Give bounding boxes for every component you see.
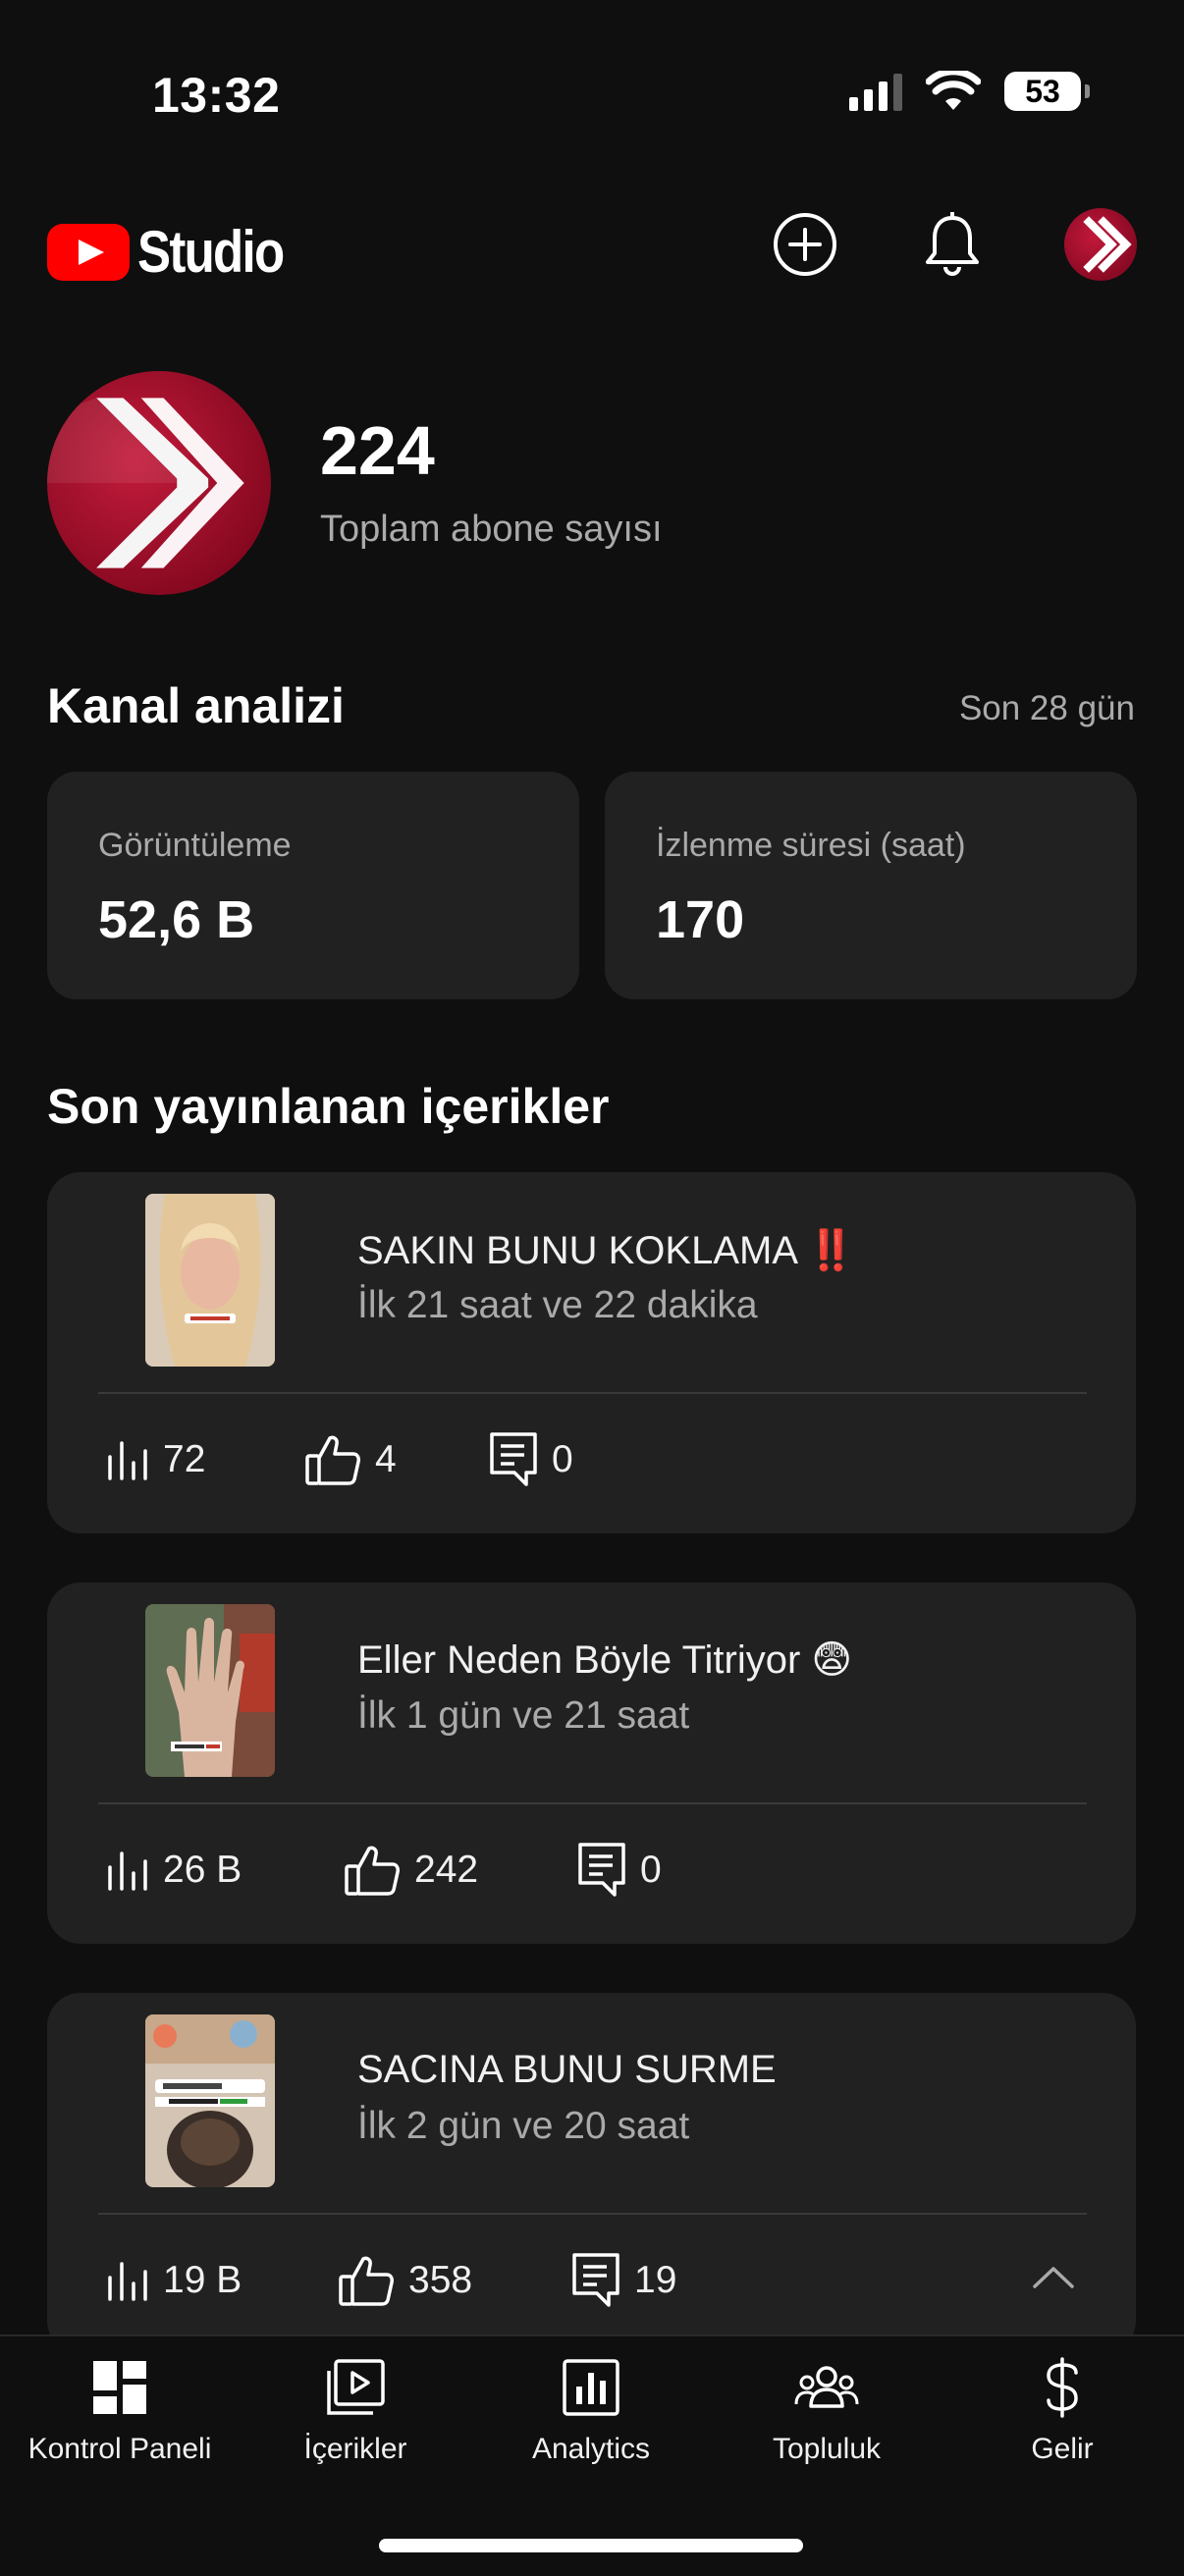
likes-metric: 358 — [338, 2250, 472, 2311]
status-bar: 13:32 53 — [0, 0, 1184, 187]
views-bars-icon — [108, 2262, 147, 2301]
channel-summary: 224 Toplam abone sayısı — [47, 371, 663, 595]
divider — [98, 2213, 1087, 2215]
analytics-icon — [563, 2356, 619, 2419]
likes-count: 4 — [375, 1438, 397, 1480]
nav-item-earn[interactable]: Gelir — [944, 2356, 1180, 2466]
wifi-icon — [926, 71, 981, 110]
dashboard-icon — [91, 2356, 148, 2419]
views-metric: 26 B — [104, 1840, 242, 1901]
divider — [98, 1392, 1087, 1394]
channel-logo-icon — [1083, 216, 1132, 273]
subscriber-count: 224 — [320, 411, 435, 489]
views-value: 52,6 B — [98, 890, 255, 949]
app-header: Studio — [0, 196, 1184, 304]
watch-time-card[interactable]: İzlenme süresi (saat) 170 — [605, 772, 1137, 999]
status-icons: 53 — [849, 71, 1090, 112]
comments-count: 0 — [640, 1849, 662, 1891]
views-bars-icon — [108, 1852, 147, 1891]
video-title: Eller Neden Böyle Titriyor 😨 — [357, 1638, 853, 1682]
community-icon — [794, 2356, 859, 2419]
comment-icon — [572, 2253, 619, 2307]
youtube-play-icon — [47, 223, 130, 281]
watch-time-value: 170 — [656, 890, 745, 949]
views-metric: 19 B — [104, 2250, 242, 2311]
comment-icon — [490, 1432, 537, 1486]
comments-metric: 19 — [571, 2250, 676, 2311]
channel-info: 224 Toplam abone sayısı — [320, 416, 663, 551]
dollar-icon — [1043, 2356, 1082, 2419]
views-metric: 72 — [104, 1429, 205, 1490]
nav-item-analytics[interactable]: Analytics — [473, 2356, 709, 2466]
comment-icon — [578, 1843, 625, 1897]
recent-content-title: Son yayınlanan içerikler — [47, 1079, 610, 1134]
video-thumbnail[interactable] — [145, 2014, 275, 2187]
notifications-button[interactable] — [917, 209, 988, 280]
watch-time-label: İzlenme süresi (saat) — [656, 827, 966, 864]
divider — [98, 1802, 1087, 1804]
nav-item-content[interactable]: İçerikler — [238, 2356, 473, 2466]
comments-metric: 0 — [577, 1840, 662, 1901]
video-period: İlk 21 saat ve 22 dakika — [357, 1284, 758, 1326]
battery-level: 53 — [1025, 73, 1060, 109]
analytics-title: Kanal analizi — [47, 678, 345, 733]
status-time: 13:32 — [152, 68, 281, 123]
nav-label: Kontrol Paneli — [27, 2433, 212, 2465]
comments-count: 19 — [634, 2259, 677, 2301]
home-indicator[interactable] — [379, 2539, 803, 2552]
collapse-button[interactable] — [1032, 2264, 1075, 2294]
thumbnail-image — [145, 1604, 275, 1777]
video-period: İlk 2 gün ve 20 saat — [357, 2105, 690, 2147]
views-card[interactable]: Görüntüleme 52,6 B — [47, 772, 579, 999]
cellular-signal-icon — [849, 72, 902, 111]
video-title: SAKIN BUNU KOKLAMA ‼️ — [357, 1229, 856, 1272]
create-icon — [774, 213, 836, 276]
video-thumbnail[interactable] — [145, 1604, 275, 1777]
thumbnail-image — [145, 1194, 275, 1367]
thumbs-up-icon — [345, 1846, 400, 1896]
account-avatar[interactable] — [1064, 208, 1137, 281]
create-button[interactable] — [770, 209, 840, 280]
views-label: Görüntüleme — [98, 827, 292, 864]
bell-icon — [926, 212, 979, 276]
youtube-studio-logo[interactable]: Studio — [47, 218, 309, 286]
nav-label: İçerikler — [303, 2433, 407, 2465]
video-card[interactable]: SAKIN BUNU KOKLAMA ‼️ İlk 21 saat ve 22 … — [47, 1172, 1136, 1533]
comments-count: 0 — [552, 1438, 573, 1480]
video-thumbnail[interactable] — [145, 1194, 275, 1367]
video-card[interactable]: Eller Neden Böyle Titriyor 😨 İlk 1 gün v… — [47, 1583, 1136, 1944]
comments-metric: 0 — [489, 1429, 573, 1490]
header-actions — [770, 208, 1137, 281]
thumbs-up-icon — [305, 1435, 360, 1485]
channel-avatar[interactable] — [47, 371, 271, 595]
thumbs-up-icon — [339, 2256, 394, 2306]
video-period: İlk 1 gün ve 21 saat — [357, 1694, 690, 1737]
thumbnail-image — [145, 2014, 275, 2187]
nav-label: Topluluk — [772, 2433, 882, 2465]
likes-count: 358 — [408, 2259, 473, 2301]
nav-label: Analytics — [531, 2433, 651, 2465]
nav-item-community[interactable]: Topluluk — [709, 2356, 944, 2466]
analytics-period: Son 28 gün — [958, 689, 1135, 727]
video-card[interactable]: SACINA BUNU SURME İlk 2 gün ve 20 saat 1… — [47, 1993, 1136, 2354]
subscriber-label: Toplam abone sayısı — [320, 508, 663, 550]
nav-label: Gelir — [1031, 2433, 1094, 2465]
views-bars-icon — [108, 1441, 147, 1480]
views-count: 26 B — [163, 1849, 242, 1891]
likes-metric: 242 — [344, 1840, 478, 1901]
views-count: 19 B — [163, 2259, 242, 2301]
chevron-up-icon — [1033, 2267, 1074, 2288]
likes-metric: 4 — [304, 1429, 397, 1490]
channel-logo-icon — [47, 398, 244, 568]
content-icon — [326, 2356, 385, 2419]
nav-item-dashboard[interactable]: Kontrol Paneli — [2, 2356, 238, 2466]
video-title: SACINA BUNU SURME — [357, 2048, 777, 2091]
views-count: 72 — [163, 1438, 206, 1480]
battery-icon: 53 — [1004, 72, 1090, 111]
logo-text: Studio — [137, 219, 285, 285]
likes-count: 242 — [414, 1849, 479, 1891]
